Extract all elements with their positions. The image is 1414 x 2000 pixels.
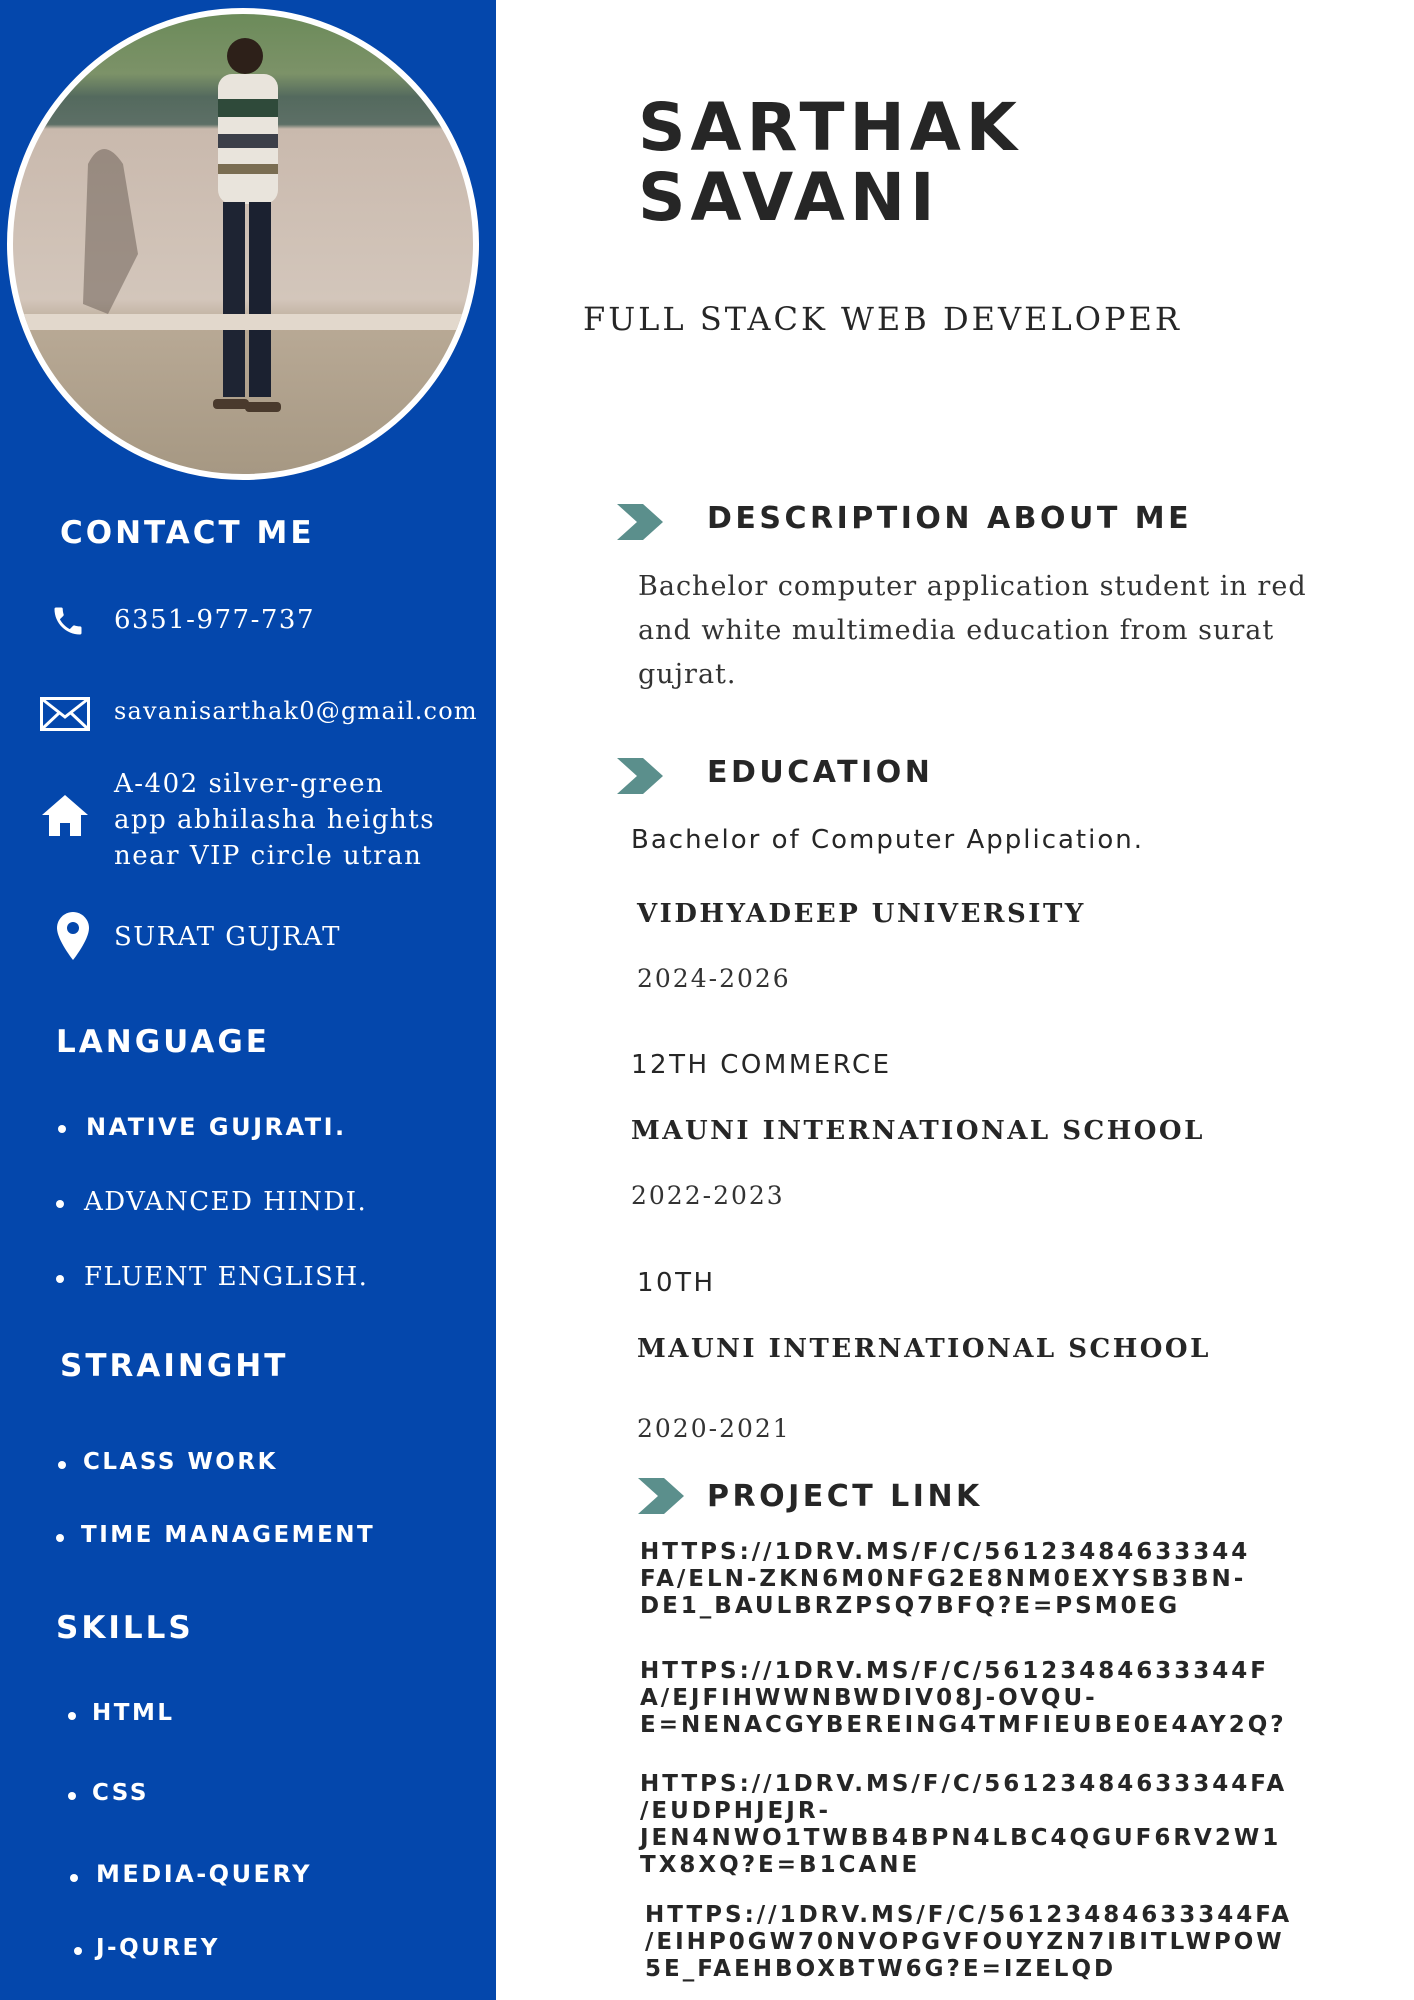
project-link-line: DE1_BAULBRZPSQ7BFQ?E=PSM0EG	[640, 1593, 1181, 1619]
project-link-line: /EIHP0GW70NVOPGVFOUYZN7IBITLWPOW	[645, 1929, 1285, 1955]
full-name: SARTHAK SAVANI	[638, 93, 1022, 233]
project-link-line: E=NENACGYBEREING4TMFIEUBE0E4AY2Q?	[640, 1712, 1287, 1738]
section-arrow-icon	[617, 758, 663, 794]
project-link-line: HTTPS://1DRV.MS/F/C/56123484633344	[640, 1539, 1251, 1565]
strength-item: CLASS WORK	[83, 1449, 278, 1475]
language-bullet	[56, 1275, 64, 1283]
project-link[interactable]: HTTPS://1DRV.MS/F/C/56123484633344FA /EI…	[645, 1902, 1325, 1983]
education-institution: MAUNI INTERNATIONAL SCHOOL	[631, 1116, 1205, 1146]
strength-bullet	[58, 1461, 66, 1469]
project-link-line: JEN4NWO1TWBB4BPN4LBC4QGUF6RV2W1	[640, 1825, 1282, 1851]
phone-icon	[54, 607, 82, 635]
project-link-line: 5E_FAEHBOXBTW6G?E=IZELQD	[645, 1956, 1117, 1982]
skill-item: CSS	[92, 1780, 149, 1806]
project-link-line: HTTPS://1DRV.MS/F/C/56123484633344FA	[645, 1902, 1293, 1928]
education-degree: 12TH COMMERCE	[631, 1050, 892, 1080]
project-link[interactable]: HTTPS://1DRV.MS/F/C/56123484633344 FA/EL…	[640, 1539, 1320, 1620]
project-link-line: HTTPS://1DRV.MS/F/C/56123484633344FA	[640, 1771, 1288, 1797]
projects-heading: PROJECT LINK	[707, 1479, 983, 1514]
strength-heading: STRAINGHT	[60, 1348, 289, 1384]
project-link-line: HTTPS://1DRV.MS/F/C/56123484633344F	[640, 1658, 1269, 1684]
skill-item: MEDIA-QUERY	[96, 1860, 312, 1888]
project-link-line: /EUDPHJEJR-	[640, 1798, 832, 1824]
project-link-line: A/EJFIHWWNBWDIV08J-OVQU-	[640, 1685, 1098, 1711]
section-arrow-icon	[617, 504, 663, 540]
address-line-2: app abhilasha heights	[114, 805, 436, 835]
education-degree: Bachelor of Computer Application.	[631, 825, 1145, 855]
education-years: 2022-2023	[631, 1181, 785, 1210]
skill-item: HTML	[92, 1700, 175, 1726]
location-pin-icon	[57, 912, 89, 960]
education-institution: VIDHYADEEP UNIVERSITY	[637, 899, 1086, 929]
education-years: 2024-2026	[637, 964, 791, 993]
education-heading: EDUCATION	[707, 755, 934, 790]
language-bullet	[56, 1200, 64, 1208]
first-name: SARTHAK	[638, 89, 1022, 166]
skill-item: J-QUREY	[96, 1935, 220, 1961]
profile-photo	[7, 8, 479, 480]
project-link-line: FA/ELN-ZKN6M0NFG2E8NM0EXYSB3BN-	[640, 1566, 1247, 1592]
address-line-3: near VIP circle utran	[114, 841, 423, 871]
language-item: FLUENT ENGLISH.	[84, 1262, 369, 1292]
home-icon	[42, 795, 88, 836]
language-item: ADVANCED HINDI.	[84, 1187, 368, 1217]
about-heading: DESCRIPTION ABOUT ME	[707, 501, 1193, 536]
language-bullet	[58, 1125, 66, 1133]
last-name: SAVANI	[638, 159, 940, 236]
sidebar: CONTACT ME 6351-977-737 savanisarthak0@g…	[0, 0, 496, 2000]
language-heading: LANGUAGE	[56, 1024, 270, 1060]
contact-heading: CONTACT ME	[60, 515, 315, 551]
address-line-1: A-402 silver-green	[114, 769, 385, 799]
skill-bullet	[70, 1874, 78, 1882]
strength-bullet	[56, 1534, 64, 1542]
skills-heading: SKILLS	[56, 1610, 194, 1646]
skill-bullet	[68, 1792, 76, 1800]
project-link[interactable]: HTTPS://1DRV.MS/F/C/56123484633344F A/EJ…	[640, 1658, 1320, 1739]
strength-item: TIME MANAGEMENT	[81, 1522, 376, 1548]
email-icon	[40, 697, 90, 731]
project-link[interactable]: HTTPS://1DRV.MS/F/C/56123484633344FA /EU…	[640, 1771, 1320, 1879]
job-title: FULL STACK WEB DEVELOPER	[583, 300, 1182, 338]
language-item: NATIVE GUJRATI.	[86, 1113, 347, 1141]
education-years: 2020-2021	[637, 1414, 791, 1443]
education-degree: 10TH	[637, 1268, 716, 1298]
section-arrow-icon	[638, 1478, 684, 1514]
project-link-line: TX8XQ?E=B1CANE	[640, 1852, 921, 1878]
email-address: savanisarthak0@gmail.com	[114, 697, 478, 725]
location-text: SURAT GUJRAT	[114, 922, 341, 952]
education-institution: MAUNI INTERNATIONAL SCHOOL	[637, 1334, 1211, 1364]
phone-number: 6351-977-737	[114, 605, 315, 635]
about-text: Bachelor computer application student in…	[638, 571, 1307, 690]
skill-bullet	[68, 1712, 76, 1720]
skill-bullet	[74, 1947, 82, 1955]
